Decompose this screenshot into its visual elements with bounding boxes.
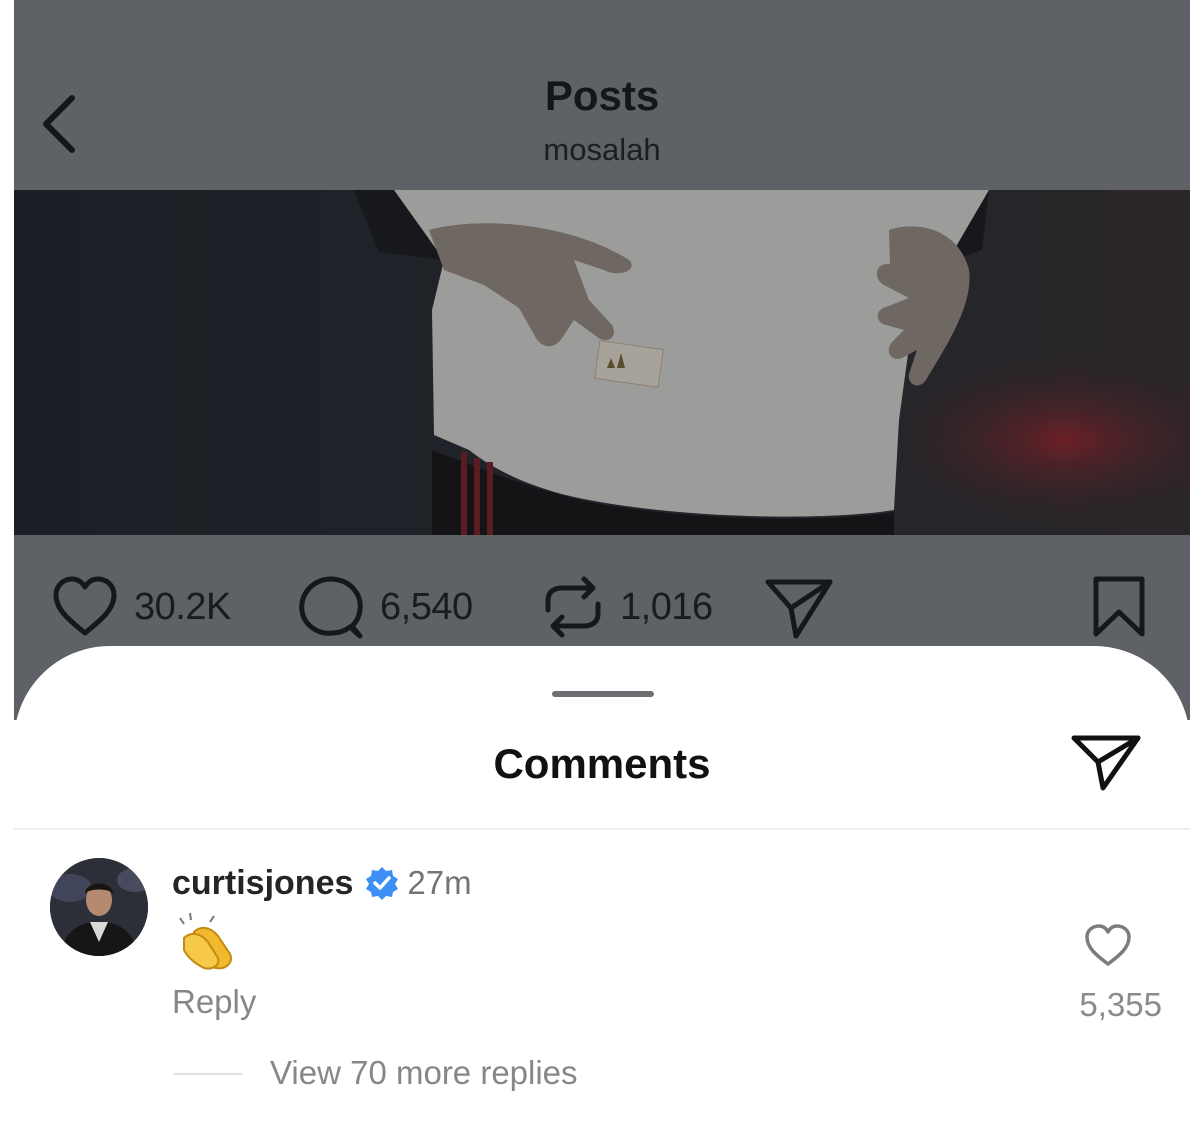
save-button[interactable] — [1090, 572, 1148, 642]
post-photo-illustration — [14, 190, 1190, 535]
repost-button[interactable]: 1,016 — [540, 572, 713, 642]
page-subtitle-username[interactable]: mosalah — [14, 132, 1190, 168]
share-button[interactable] — [764, 572, 834, 642]
comment-like-count: 5,355 — [1079, 986, 1162, 1023]
comments-title: Comments — [493, 740, 711, 787]
avatar-photo — [50, 858, 148, 956]
post-action-bar: 30.2K 6,540 1,016 — [14, 572, 1190, 648]
comments-bottom-sheet: Comments curtisjones 27m Reply 5,355 Vie… — [14, 646, 1190, 1123]
clapping-hands-emoji — [179, 912, 232, 970]
app-window: Posts mosalah 30.2K 6,540 1,016 Comments… — [14, 0, 1190, 1123]
heart-icon — [53, 576, 117, 636]
comment-count: 6,540 — [380, 585, 473, 628]
repost-count: 1,016 — [620, 585, 713, 628]
comment-item: curtisjones 27m Reply 5,355 View 70 more… — [14, 830, 1190, 1120]
avatar[interactable] — [50, 858, 148, 956]
comment-text-clapping-hands — [170, 910, 240, 970]
page-title: Posts — [544, 72, 660, 119]
paper-plane-icon[interactable] — [1070, 732, 1142, 792]
bookmark-icon — [1093, 576, 1145, 637]
comment-bubble-icon — [299, 576, 363, 639]
comment-username[interactable]: curtisjones — [172, 864, 353, 903]
sheet-grabber-handle[interactable] — [552, 691, 654, 697]
like-button[interactable]: 30.2K — [50, 572, 231, 642]
view-more-replies-button[interactable]: View 70 more replies — [270, 1054, 578, 1092]
repost-icon — [545, 576, 601, 638]
heart-icon[interactable] — [1082, 922, 1134, 968]
like-count: 30.2K — [134, 585, 231, 628]
comment-header: curtisjones 27m — [172, 860, 472, 906]
comment-timestamp: 27m — [407, 864, 472, 901]
comment-button[interactable]: 6,540 — [296, 572, 473, 642]
paper-plane-icon — [765, 579, 833, 639]
post-screen-dimmed: Posts mosalah 30.2K 6,540 1,016 — [14, 0, 1190, 720]
post-photo[interactable] — [14, 190, 1190, 535]
verified-badge-icon — [366, 867, 399, 900]
reply-button[interactable]: Reply — [172, 983, 256, 1021]
replies-divider-line — [174, 1073, 242, 1075]
